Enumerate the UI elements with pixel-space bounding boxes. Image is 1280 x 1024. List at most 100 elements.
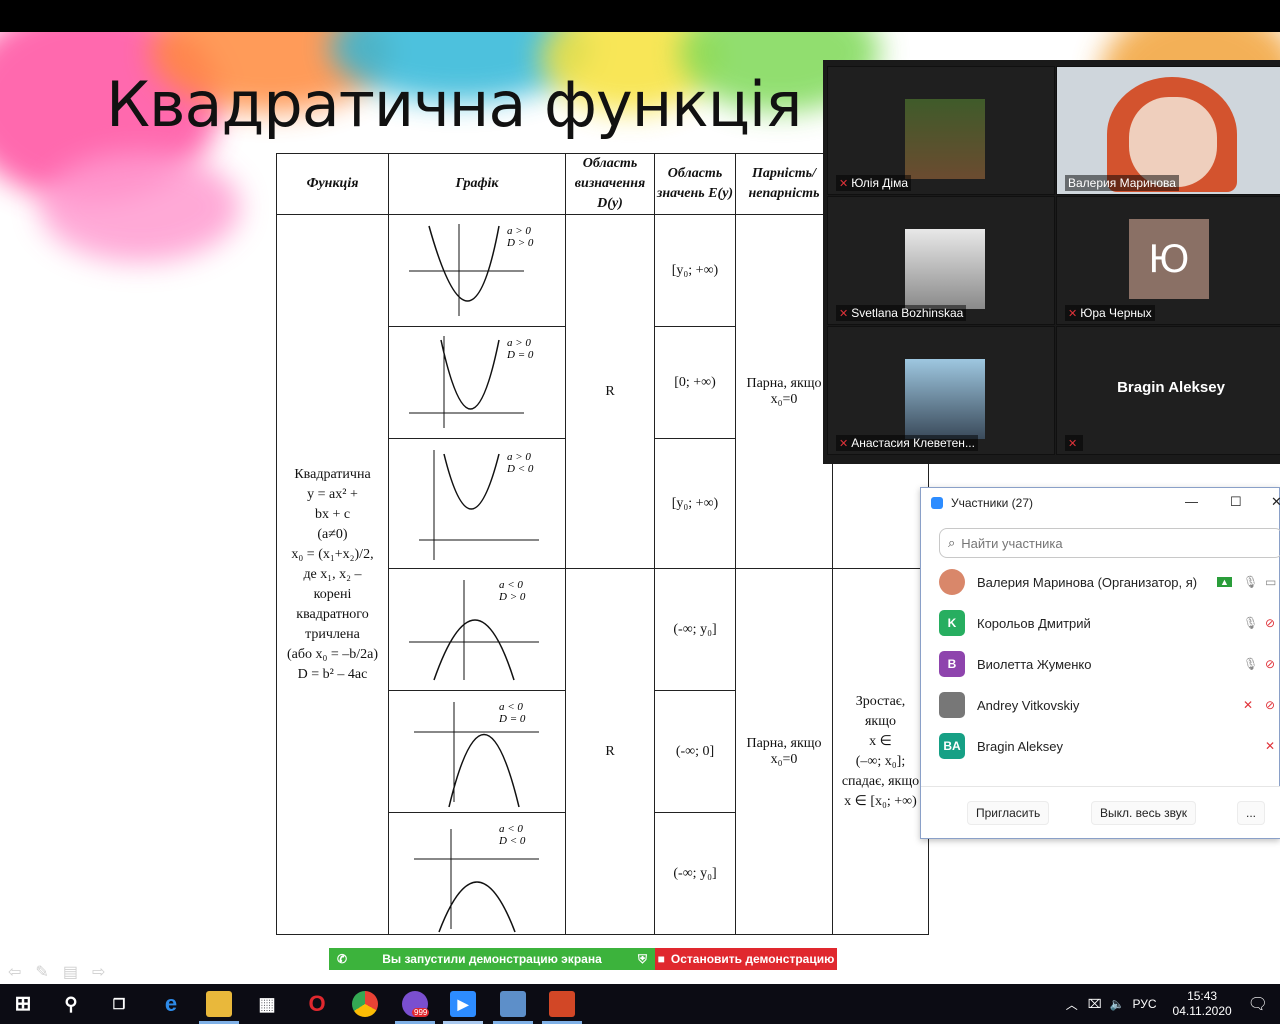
slide-title: Квадратична функція (106, 68, 802, 141)
svg-text:D < 0: D < 0 (506, 463, 534, 475)
zoom-icon[interactable]: ▶ (450, 991, 476, 1017)
participants-titlebar: Участники (27) (921, 488, 1279, 518)
mic-muted-icon: ✕ (839, 438, 849, 450)
video-tile[interactable]: ✕ Svetlana Bozhinskaa (827, 196, 1055, 325)
mic-muted-icon: ✕ (1068, 438, 1078, 450)
video-icon[interactable]: ▭ (1265, 575, 1276, 589)
range-cell: (-∞; y₀] (654, 812, 736, 935)
volume-icon[interactable]: 🔈 (1110, 997, 1125, 1011)
notifications-icon[interactable]: 🗨 (1248, 994, 1268, 1014)
edge-icon[interactable]: e (158, 991, 184, 1017)
top-bar (0, 0, 1280, 32)
file-explorer-icon[interactable] (206, 991, 232, 1017)
network-icon[interactable]: ⌧ (1088, 997, 1102, 1011)
prev-slide-icon[interactable]: ⇦ (8, 962, 21, 982)
store-icon[interactable]: ▦ (254, 991, 280, 1017)
avatar (939, 569, 965, 595)
mic-muted-icon[interactable]: ✕ (1265, 739, 1275, 753)
mic-icon[interactable]: 🎙 (1243, 616, 1258, 630)
parabola-graph: a < 0 D < 0 (414, 823, 539, 932)
range-cell: (-∞; y₀] (654, 568, 736, 691)
mic-icon[interactable]: 🎙 (1243, 657, 1258, 671)
svg-text:a > 0: a > 0 (507, 225, 531, 237)
svg-text:D = 0: D = 0 (498, 713, 526, 725)
graph-cell: a > 0 D < 0 (388, 438, 566, 569)
invite-button[interactable]: Пригласить (967, 801, 1050, 825)
search-icon[interactable]: ⚲ (58, 991, 84, 1017)
pdf-icon[interactable] (500, 991, 526, 1017)
range-cell: [y₀; +∞) (654, 214, 736, 327)
zoom-logo-icon (931, 497, 943, 509)
domain-upper: R (565, 214, 655, 569)
participant-row[interactable]: B Виолетта Жуменко 🎙 ⊘ (921, 644, 1280, 684)
minimize-icon[interactable]: — (1185, 494, 1198, 509)
mic-muted-icon[interactable]: ✕ (1243, 698, 1253, 712)
close-icon[interactable]: ✕ (1271, 494, 1280, 510)
participants-window: Участники (27) — ☐ ✕ ⌕ Валерия Маринова … (920, 487, 1280, 839)
parabola-graph: a > 0 D < 0 (419, 449, 539, 560)
participant-row[interactable]: Валерия Маринова (Организатор, я) ▲ 🎙 ▭ (921, 562, 1280, 602)
video-tile[interactable]: ✕ Анастасия Клеветен... (827, 326, 1055, 455)
menu-icon[interactable]: ▤ (63, 962, 78, 982)
language-indicator[interactable]: РУС (1132, 997, 1156, 1011)
participant-search-input[interactable] (961, 535, 1262, 551)
participant-row[interactable]: Andrey Vitkovskiy ✕ ⊘ (921, 685, 1280, 725)
pen-icon[interactable]: ✎ (35, 962, 48, 982)
participant-face (1129, 97, 1217, 187)
mute-all-button[interactable]: Выкл. весь звук (1091, 801, 1197, 825)
video-tile[interactable]: Bragin Aleksey ✕ (1056, 326, 1280, 455)
avatar: BA (939, 733, 965, 759)
parabola-graph: a > 0 D = 0 (409, 335, 534, 428)
next-slide-icon[interactable]: ⇨ (92, 962, 105, 982)
participant-photo (905, 99, 985, 179)
header-range: Область значень E(y) (654, 153, 736, 215)
svg-text:a < 0: a < 0 (499, 701, 523, 713)
mic-muted-icon: ✕ (1068, 308, 1078, 320)
more-button[interactable]: ... (1237, 801, 1266, 825)
search-icon: ⌕ (948, 535, 956, 550)
chrome-icon[interactable] (352, 991, 378, 1017)
video-tile[interactable]: ✕ Юлія Діма (827, 66, 1055, 195)
parity-upper: Парна, якщо x₀=0 (735, 214, 833, 569)
share-icon: ▲ (1217, 577, 1232, 587)
parabola-graph: a > 0 D > 0 (409, 223, 534, 316)
task-view-icon[interactable]: ❐ (106, 991, 132, 1017)
stop-icon: ■ (657, 952, 665, 966)
svg-text:D < 0: D < 0 (498, 835, 526, 847)
participant-initial: Ю (1129, 219, 1209, 299)
opera-icon[interactable]: O (304, 991, 330, 1017)
chevron-up-icon[interactable]: ︿ (1066, 996, 1078, 1013)
svg-text:a > 0: a > 0 (507, 451, 531, 463)
participants-title: Участники (27) (951, 496, 1034, 510)
phone-icon: ✆ (337, 952, 348, 966)
slide-controls: ⇦ ✎ ▤ ⇨ (8, 962, 105, 982)
svg-text:a > 0: a > 0 (507, 337, 531, 349)
powerpoint-icon[interactable] (549, 991, 575, 1017)
video-tile-active[interactable]: Валерия Маринова (1056, 66, 1280, 195)
windows-start-icon[interactable]: ⊞ (10, 991, 36, 1017)
viber-badge: 999 (412, 1008, 430, 1017)
header-graph: Графік (388, 153, 566, 215)
participant-row[interactable]: K Корольов Дмитрий 🎙 ⊘ (921, 603, 1280, 643)
mic-muted-icon: ✕ (839, 178, 849, 190)
stop-share-button[interactable]: ■ Остановить демонстрацию (655, 948, 837, 970)
participant-row[interactable]: BA Bragin Aleksey ✕ (921, 726, 1280, 766)
graph-cell: a > 0 D > 0 (388, 214, 566, 327)
header-parity: Парність/ непарність (735, 153, 833, 215)
video-tile[interactable]: Ю ✕ Юра Черных (1056, 196, 1280, 325)
participant-search[interactable]: ⌕ (939, 528, 1280, 558)
range-cell: (-∞; 0] (654, 690, 736, 813)
svg-text:D > 0: D > 0 (506, 237, 534, 249)
video-off-icon[interactable]: ⊘ (1265, 698, 1275, 712)
header-function: Функція (276, 153, 389, 215)
avatar (939, 692, 965, 718)
video-off-icon[interactable]: ⊘ (1265, 616, 1275, 630)
mic-icon[interactable]: 🎙 (1243, 575, 1258, 589)
video-off-icon[interactable]: ⊘ (1265, 657, 1275, 671)
range-cell: [0; +∞) (654, 326, 736, 439)
participants-footer: Пригласить Выкл. весь звук ... (921, 786, 1280, 838)
parity-lower: Парна, якщо x₀=0 (735, 568, 833, 935)
maximize-icon[interactable]: ☐ (1230, 494, 1242, 510)
svg-text:a < 0: a < 0 (499, 579, 523, 591)
clock[interactable]: 15:43 04.11.2020 (1173, 989, 1232, 1019)
